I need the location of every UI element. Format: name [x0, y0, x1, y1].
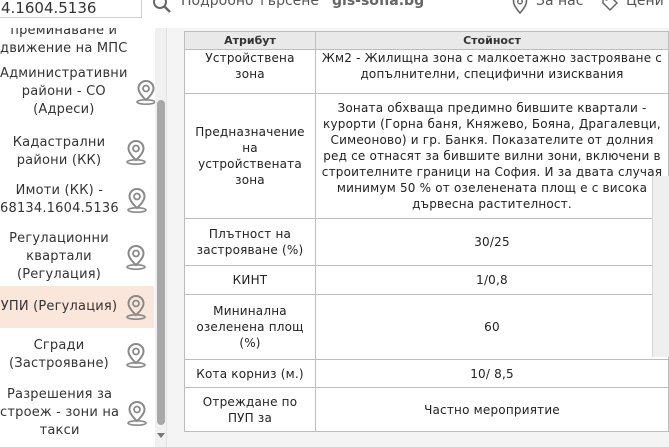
- column-header-value: Стойност: [315, 31, 669, 50]
- table-row: Предназначение на устройствената зона Зо…: [184, 93, 669, 219]
- attribute-cell: Устройствена зона: [184, 49, 316, 94]
- sidebar-scrollbar-thumb[interactable]: [157, 100, 165, 425]
- table-row: Отреждане по ПУП за Частно мероприятие: [184, 387, 669, 432]
- site-name[interactable]: gis-sofia.bg: [332, 0, 424, 9]
- top-bar: 4.1604.5136 Подробно търсене gis-sofia.b…: [0, 0, 669, 28]
- sidebar-item-label: Имоти (КК) - 68134.1604.5136: [0, 183, 119, 216]
- sidebar-item-traffic[interactable]: преминаване и движение на МПС: [0, 28, 154, 60]
- scroll-down-arrow-icon[interactable]: [156, 425, 166, 438]
- sidebar-item-label: Сгради (Застрояване): [9, 338, 109, 371]
- sidebar-item-label: Разрешения за строеж - зони на такси: [0, 387, 120, 438]
- table-row: Устройствена зона Жм2 - Жилищна зона с м…: [184, 49, 669, 94]
- search-input[interactable]: 4.1604.5136: [0, 0, 142, 18]
- attribute-cell: Предназначение на устройствената зона: [184, 93, 316, 219]
- sidebar-item-upi[interactable]: УПИ (Регулация): [0, 286, 154, 328]
- map-pin-icon[interactable]: [119, 187, 155, 213]
- sidebar-item-label: УПИ (Регулация): [0, 299, 118, 314]
- map-pin-icon[interactable]: [118, 294, 154, 320]
- table-row: Плътност на застрояване (%) 30/25: [184, 218, 669, 266]
- table-scrollbar-track[interactable]: [652, 176, 669, 357]
- sidebar-item-building-permits[interactable]: Разрешения за строеж - зони на такси: [0, 384, 154, 442]
- attribute-cell: Кота корниз (м.): [184, 359, 316, 388]
- sidebar-item-cadastral-districts[interactable]: Кадастрални райони (КК): [0, 132, 154, 172]
- sidebar-item-buildings[interactable]: Сгради (Застрояване): [0, 334, 154, 376]
- sidebar-item-label: Административни райони - СО (Адреси): [0, 66, 128, 117]
- search-icon[interactable]: [152, 0, 172, 18]
- map-pin-icon[interactable]: [118, 139, 154, 165]
- layers-sidebar: преминаване и движение на МПС Администра…: [0, 28, 167, 447]
- attribute-cell: Плътност на застрояване (%): [184, 218, 316, 266]
- prices-link[interactable]: Цени: [626, 0, 664, 9]
- sidebar-item-regulation-blocks[interactable]: Регулационни квартали (Регулация): [0, 228, 154, 286]
- table-row: Кота корниз (м.) 10/ 8,5: [184, 359, 669, 388]
- price-tag-icon: [601, 0, 619, 16]
- sidebar-item-label: Кадастрални райони (КК): [12, 135, 106, 168]
- sidebar-item-label: Регулационни квартали (Регулация): [9, 231, 109, 282]
- table-row: КИНТ 1/0,8: [184, 265, 669, 295]
- table-header-row: Атрибут Стойност: [184, 31, 669, 50]
- value-cell: 1/0,8: [315, 265, 669, 295]
- sidebar-item-properties[interactable]: Имоти (КК) - 68134.1604.5136: [0, 178, 154, 222]
- about-link[interactable]: За нас: [536, 0, 583, 9]
- value-cell: 30/25: [315, 218, 669, 266]
- attribute-cell: КИНТ: [184, 265, 316, 295]
- map-pin-icon[interactable]: [118, 342, 154, 368]
- map-pin-icon[interactable]: [118, 244, 154, 270]
- value-cell: Жм2 - Жилищна зона с малкоетажно застроя…: [315, 49, 669, 94]
- attribute-cell: Мининална озеленена площ (%): [184, 294, 316, 360]
- sidebar-item-admin-districts[interactable]: Административни райони - СО (Адреси): [0, 62, 156, 122]
- location-pin-icon: [512, 0, 528, 18]
- attributes-panel: Атрибут Стойност Устройствена зона Жм2 -…: [167, 28, 669, 447]
- advanced-search-link[interactable]: Подробно търсене: [181, 0, 319, 9]
- table-row: Мининална озеленена площ (%) 60: [184, 294, 669, 360]
- map-pin-icon[interactable]: [119, 400, 155, 426]
- value-cell: 10/ 8,5: [315, 359, 669, 388]
- attributes-table: Атрибут Стойност Устройствена зона Жм2 -…: [184, 31, 669, 432]
- value-cell: Зоната обхваща предимно бившите квартали…: [315, 93, 669, 219]
- value-cell: Частно мероприятие: [315, 387, 669, 432]
- attribute-cell: Отреждане по ПУП за: [184, 387, 316, 432]
- value-cell: 60: [315, 294, 669, 360]
- column-header-attribute: Атрибут: [184, 31, 316, 50]
- sidebar-item-label: преминаване и движение на МПС: [0, 28, 128, 56]
